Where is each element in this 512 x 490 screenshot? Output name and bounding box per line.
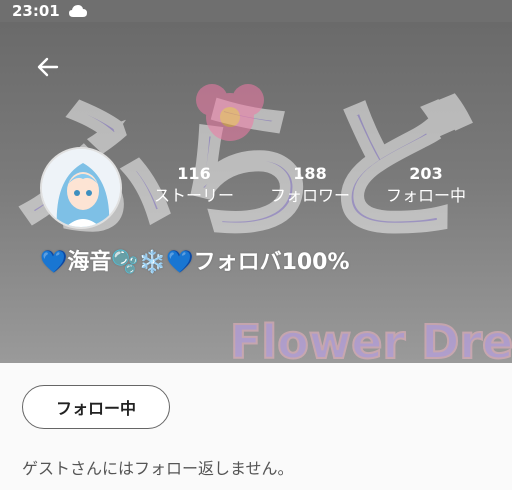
profile-name: 💙海音🫧❄️💙フォロバ100% xyxy=(40,250,350,275)
following-label: フォロー中 xyxy=(385,186,466,205)
stories-label: ストーリー xyxy=(153,186,234,205)
status-time: 23:01 xyxy=(12,2,60,20)
banner-text: Flower Dream xyxy=(230,315,512,363)
followers-label: フォロワー xyxy=(269,186,350,205)
arrow-left-icon xyxy=(37,57,59,77)
cloud-icon xyxy=(68,4,88,18)
avatar[interactable] xyxy=(40,147,122,229)
stat-followers[interactable]: 188 フォロワー xyxy=(258,164,362,208)
following-button[interactable]: フォロー中 xyxy=(22,385,170,429)
following-count: 203 xyxy=(409,164,443,183)
profile-actions: フォロー中 ゲストさんにはフォロー返しません。 xyxy=(0,363,512,490)
profile-bio: ゲストさんにはフォロー返しません。 xyxy=(22,459,294,478)
stories-count: 116 xyxy=(177,164,211,183)
back-button[interactable] xyxy=(30,52,66,82)
status-bar: 23:01 xyxy=(0,0,512,22)
stat-stories[interactable]: 116 ストーリー xyxy=(144,164,244,208)
followers-count: 188 xyxy=(293,164,327,183)
profile-header: ふらど Flower Dream 116 ストーリー 188 フ xyxy=(0,22,512,363)
stat-following[interactable]: 203 フォロー中 xyxy=(374,164,478,208)
